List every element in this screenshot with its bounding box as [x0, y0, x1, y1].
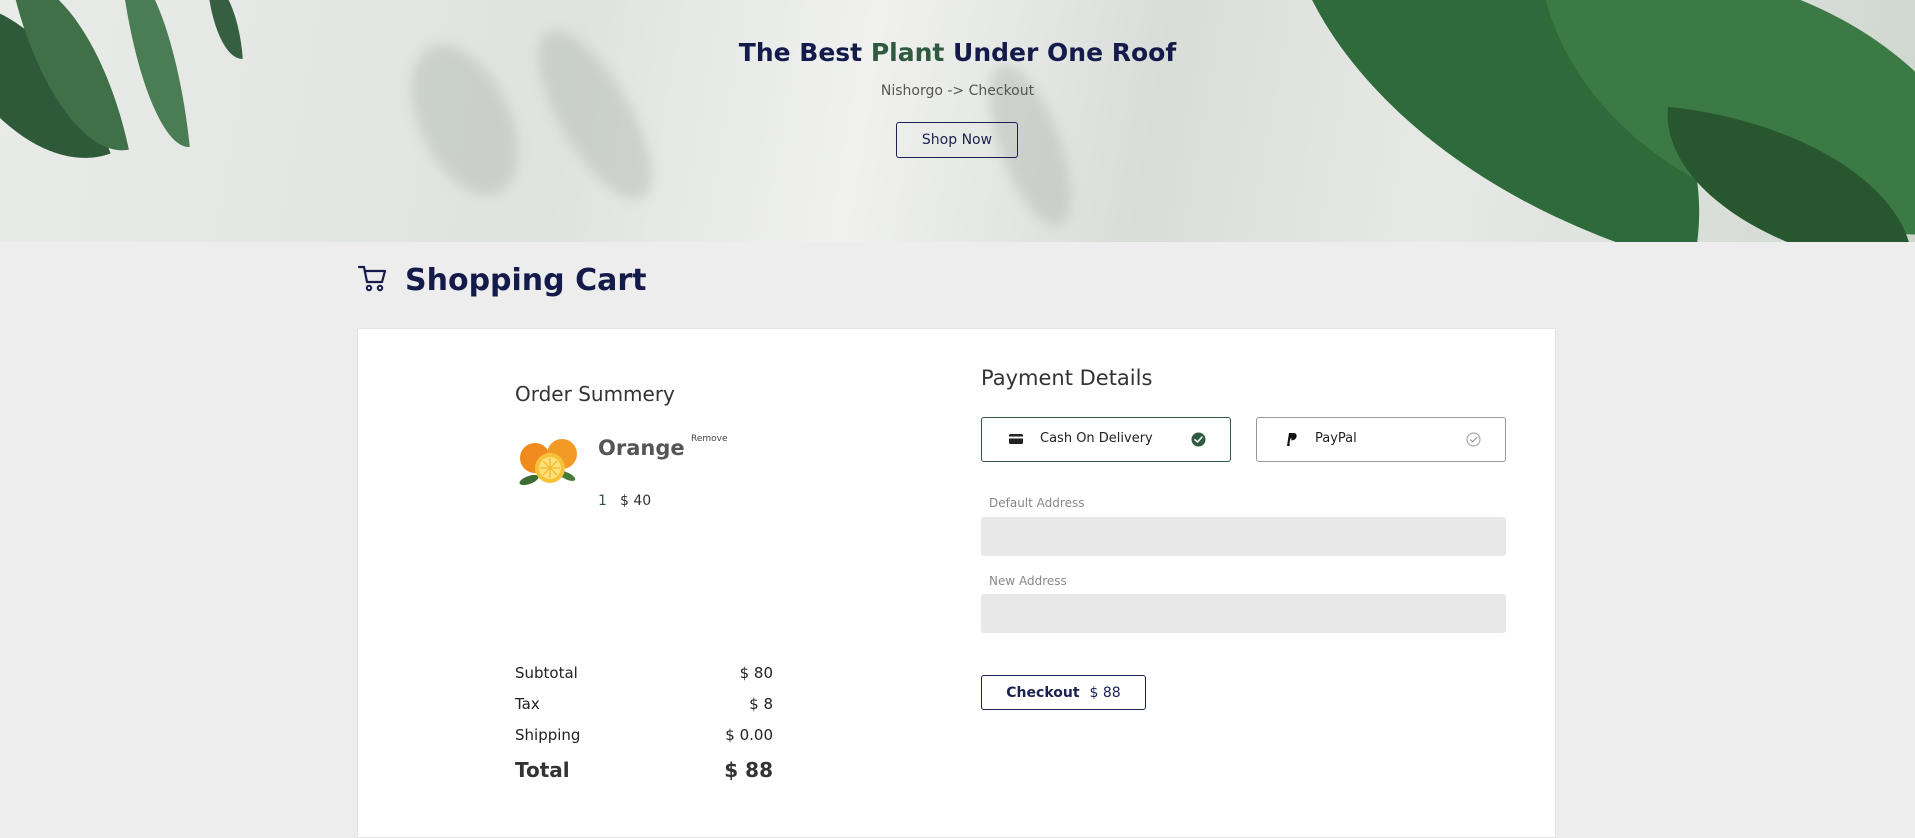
new-address-label: New Address: [989, 574, 1067, 588]
item-quantity: 1: [598, 493, 607, 509]
checkout-label: Checkout: [1006, 684, 1080, 701]
item-price: $ 40: [620, 493, 652, 509]
checkout-amount: $ 88: [1089, 684, 1121, 701]
page-title: Shopping Cart: [405, 262, 647, 298]
payment-details-title: Payment Details: [981, 366, 1153, 390]
tax-row: Tax $ 8: [515, 695, 773, 713]
payment-option-cash-on-delivery[interactable]: Cash On Delivery: [981, 417, 1231, 462]
shipping-row: Shipping $ 0.00: [515, 726, 773, 744]
default-address-label: Default Address: [989, 496, 1085, 510]
checkout-button[interactable]: Checkout $ 88: [981, 675, 1146, 710]
summary-label: Tax: [515, 695, 540, 713]
summary-value: $ 8: [749, 695, 773, 713]
cart-icon: [357, 264, 387, 296]
payment-option-label: Cash On Delivery: [1040, 431, 1153, 446]
summary-value: $ 80: [739, 664, 773, 682]
summary-value: $ 0.00: [725, 726, 773, 744]
summary-label: Shipping: [515, 726, 581, 744]
check-circle-icon: [1466, 432, 1481, 451]
default-address-field[interactable]: [981, 517, 1506, 556]
payment-option-paypal[interactable]: PayPal: [1256, 417, 1506, 462]
check-circle-icon: [1191, 432, 1206, 451]
summary-label: Subtotal: [515, 664, 578, 682]
new-address-field[interactable]: [981, 594, 1506, 633]
payment-option-label: PayPal: [1315, 431, 1357, 446]
shop-now-button[interactable]: Shop Now: [896, 122, 1018, 158]
cart-heading: Shopping Cart: [357, 262, 646, 298]
product-name: Orange: [598, 436, 685, 460]
total-label: Total: [515, 758, 570, 782]
paypal-icon: [1283, 431, 1299, 451]
card-icon: [1008, 431, 1024, 451]
breadcrumb: Nishorgo -> Checkout: [880, 83, 1035, 99]
leaf-decoration: [120, 0, 190, 153]
hero-title: The Best Plant Under One Roof: [738, 38, 1177, 67]
total-value: $ 88: [724, 758, 773, 782]
remove-item-button[interactable]: Remove: [691, 434, 728, 444]
total-row: Total $ 88: [515, 758, 773, 782]
product-image: [515, 432, 583, 488]
hero-banner: The Best Plant Under One Roof Nishorgo -…: [0, 0, 1915, 242]
order-summary-title: Order Summery: [515, 382, 675, 406]
subtotal-row: Subtotal $ 80: [515, 664, 773, 682]
